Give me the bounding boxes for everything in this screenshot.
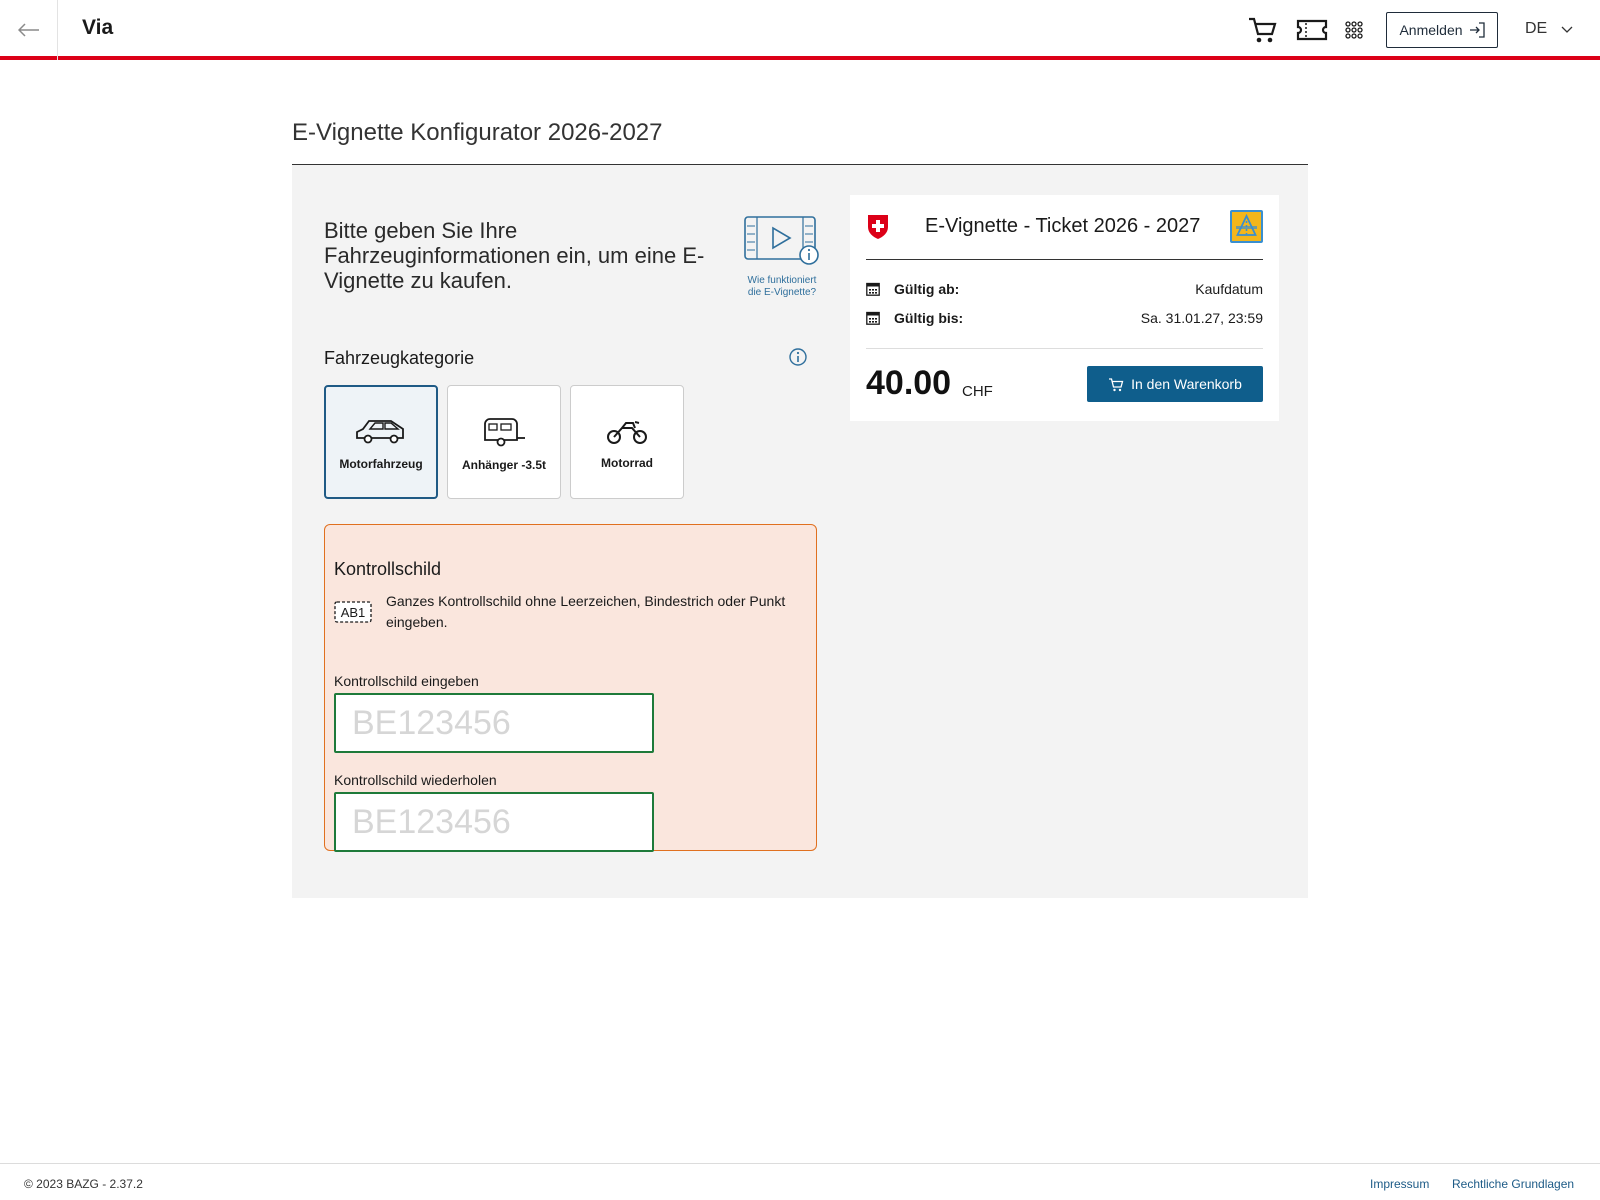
category-label: Fahrzeugkategorie bbox=[324, 348, 475, 368]
category-card-label: Anhänger -3.5t bbox=[461, 458, 546, 472]
valid-from-value: Kaufdatum bbox=[1195, 281, 1263, 297]
highway-icon bbox=[1236, 213, 1257, 236]
back-button[interactable] bbox=[0, 0, 58, 60]
price-amount: 40.00 bbox=[866, 364, 952, 402]
plate-repeat-field-label: Kontrollschild wiederholen bbox=[334, 772, 497, 788]
apps-grid-icon bbox=[1345, 21, 1363, 39]
cart-button[interactable] bbox=[1244, 12, 1280, 48]
info-icon bbox=[789, 348, 807, 366]
tickets-button[interactable] bbox=[1294, 12, 1330, 48]
footer: © 2023 BAZG - 2.37.2 Impressum Rechtlich… bbox=[0, 1163, 1600, 1200]
plate-field-label: Kontrollschild eingeben bbox=[334, 673, 479, 689]
intro-text: Bitte geben Sie Ihre Fahrzeuginformation… bbox=[324, 218, 705, 293]
plate-section-title: Kontrollschild bbox=[334, 559, 442, 579]
category-card-label: Motorfahrzeug bbox=[339, 457, 423, 471]
swiss-shield-icon bbox=[868, 215, 888, 239]
howto-video-link[interactable]: Wie funktioniert die E-Vignette? bbox=[738, 216, 826, 299]
add-to-cart-label: In den Warenkorb bbox=[1131, 376, 1242, 392]
valid-to-row: Gültig bis: Sa. 31.01.27, 23:59 bbox=[866, 308, 1263, 328]
category-card-anhaenger[interactable]: Anhänger -3.5t bbox=[447, 385, 561, 499]
copyright-text: © 2023 BAZG - 2.37.2 bbox=[24, 1177, 143, 1191]
ticket-divider-2 bbox=[866, 348, 1263, 349]
vignette-logo bbox=[1230, 210, 1263, 243]
cart-icon bbox=[1109, 377, 1124, 391]
car-icon bbox=[356, 420, 404, 444]
login-button[interactable]: Anmelden bbox=[1386, 12, 1498, 48]
trailer-icon bbox=[484, 418, 525, 447]
plate-repeat-input[interactable] bbox=[334, 792, 654, 852]
category-info-button[interactable] bbox=[788, 347, 808, 367]
add-to-cart-button[interactable]: In den Warenkorb bbox=[1087, 366, 1263, 402]
language-selector[interactable]: DE bbox=[1525, 20, 1573, 38]
license-plate-icon: AB1 bbox=[334, 601, 372, 623]
legal-link[interactable]: Rechtliche Grundlagen bbox=[1452, 1177, 1574, 1191]
language-label: DE bbox=[1525, 20, 1548, 37]
top-header: Via Anmelden DE bbox=[0, 0, 1600, 60]
license-plate-section: Kontrollschild AB1 Ganzes Kontrollschild… bbox=[324, 524, 817, 852]
svg-text:AB1: AB1 bbox=[341, 605, 366, 620]
motorcycle-icon bbox=[607, 421, 647, 444]
apps-button[interactable] bbox=[1336, 12, 1372, 48]
ticket-divider bbox=[866, 259, 1263, 260]
category-card-motorfahrzeug[interactable]: Motorfahrzeug bbox=[324, 385, 438, 499]
calendar-icon bbox=[866, 311, 880, 325]
brand-title: Via bbox=[82, 16, 114, 39]
plate-input[interactable] bbox=[334, 693, 654, 753]
cart-icon bbox=[1249, 17, 1277, 43]
category-card-label: Motorrad bbox=[601, 456, 653, 470]
chevron-down-icon bbox=[1561, 26, 1573, 33]
video-info-icon bbox=[744, 216, 819, 265]
calendar-icon bbox=[866, 282, 880, 296]
valid-from-label: Gültig ab: bbox=[894, 281, 960, 297]
ticket-icon bbox=[1296, 19, 1328, 41]
impressum-link[interactable]: Impressum bbox=[1370, 1177, 1429, 1191]
ticket-title: E-Vignette - Ticket 2026 - 2027 bbox=[925, 215, 1201, 237]
howto-label-line2: die E-Vignette? bbox=[747, 287, 817, 298]
back-arrow-icon bbox=[17, 23, 39, 37]
valid-to-label: Gültig bis: bbox=[894, 310, 964, 326]
howto-label: Wie funktioniert die E-Vignette? bbox=[738, 275, 826, 299]
page-title: E-Vignette Konfigurator 2026-2027 bbox=[292, 119, 663, 146]
login-label: Anmelden bbox=[1399, 22, 1463, 38]
ticket-summary-card: E-Vignette - Ticket 2026 - 2027 Gültig a… bbox=[850, 195, 1279, 421]
valid-from-row: Gültig ab: Kaufdatum bbox=[866, 279, 1263, 299]
howto-label-line1: Wie funktioniert bbox=[747, 275, 817, 286]
category-card-motorrad[interactable]: Motorrad bbox=[570, 385, 684, 499]
login-icon bbox=[1469, 22, 1485, 38]
plate-hint-text: Ganzes Kontrollschild ohne Leerzeichen, … bbox=[386, 593, 786, 630]
price-currency: CHF bbox=[962, 383, 993, 400]
valid-to-value: Sa. 31.01.27, 23:59 bbox=[1140, 310, 1263, 326]
